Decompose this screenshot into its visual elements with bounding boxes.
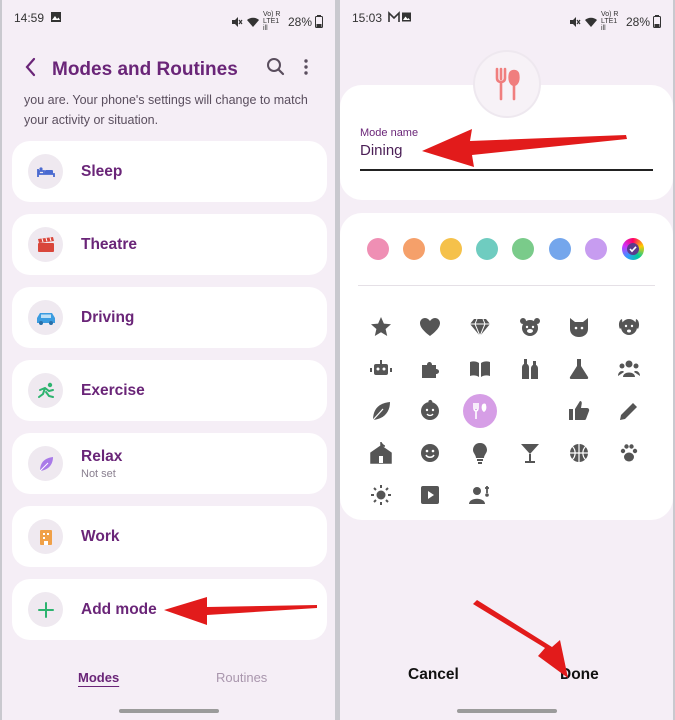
nav-handle[interactable] — [457, 709, 557, 713]
battery-icon — [315, 15, 323, 28]
car-icon — [28, 300, 63, 335]
person-icon[interactable] — [468, 483, 492, 507]
mode-name-input[interactable]: Dining — [360, 142, 403, 159]
cancel-button[interactable]: Cancel — [408, 666, 459, 684]
paw-icon[interactable] — [617, 441, 641, 465]
icon-color-picker — [340, 213, 673, 520]
star-icon[interactable] — [369, 315, 393, 339]
robot-icon[interactable] — [369, 357, 393, 381]
mode-label: Work — [81, 528, 120, 545]
wifi-icon — [246, 17, 259, 27]
gmail-icon — [388, 9, 412, 23]
fork-knife-icon[interactable] — [463, 394, 497, 428]
pen-icon[interactable] — [617, 399, 641, 423]
app-header: Modes and Routines — [2, 50, 335, 86]
mode-sublabel: Not set — [81, 468, 116, 480]
baby-icon[interactable] — [418, 399, 442, 423]
mode-label: Sleep — [81, 163, 123, 180]
flask-icon[interactable] — [567, 357, 591, 381]
tab-modes[interactable]: Modes — [78, 670, 119, 685]
mode-card-sleep[interactable]: Sleep — [12, 141, 327, 202]
check-icon — [627, 243, 639, 255]
color-swatch-green[interactable] — [512, 238, 534, 260]
status-right: Vo) R LTE1 ill 28% — [569, 11, 661, 32]
leaf-icon — [28, 446, 63, 481]
mode-label: Relax — [81, 448, 123, 465]
building-icon — [28, 519, 63, 554]
network-text: Vo) R LTE1 ill — [262, 11, 281, 32]
puzzle-icon[interactable] — [418, 357, 442, 381]
cat-icon[interactable] — [567, 315, 591, 339]
mode-label: Exercise — [81, 382, 145, 399]
mode-name-label: Mode name — [360, 127, 419, 139]
color-swatch-teal[interactable] — [476, 238, 498, 260]
page-description: you are. Your phone's settings will chan… — [24, 93, 308, 127]
search-icon[interactable] — [266, 56, 286, 83]
leaf-icon[interactable] — [369, 399, 393, 423]
book-icon[interactable] — [468, 357, 492, 381]
more-options-icon[interactable] — [300, 56, 312, 83]
battery-icon — [653, 15, 661, 28]
house-icon[interactable] — [369, 441, 393, 465]
gallery-icon — [50, 9, 62, 23]
smile-icon[interactable] — [418, 441, 442, 465]
mode-card-driving[interactable]: Driving — [12, 287, 327, 348]
mode-icon-preview[interactable] — [475, 52, 539, 116]
running-icon — [28, 373, 63, 408]
battery-text: 28% — [287, 14, 312, 29]
mode-card-theatre[interactable]: Theatre — [12, 214, 327, 275]
plus-icon — [28, 592, 63, 627]
basketball-icon[interactable] — [567, 441, 591, 465]
bottles-icon[interactable] — [518, 357, 542, 381]
status-bar: 14:59 Vo) R LTE1 ill 28% — [2, 0, 335, 36]
status-time: 15:03 — [352, 11, 383, 25]
right-screen: 15:03 Vo) R LTE1 ill 28% Mode name Dinin… — [340, 0, 673, 720]
red-arrow-done — [473, 600, 568, 678]
tab-routines[interactable]: Routines — [216, 670, 267, 685]
people-icon[interactable] — [617, 357, 641, 381]
mute-icon — [231, 16, 243, 27]
status-right: Vo) R LTE1 ill 28% — [231, 11, 323, 32]
left-screen: 14:59 Vo) R LTE1 ill 28% Modes and Routi… — [2, 0, 335, 720]
color-swatch-orange[interactable] — [403, 238, 425, 260]
diamond-icon[interactable] — [468, 315, 492, 339]
red-arrow-mode-name — [422, 129, 627, 167]
thumbs-up-icon[interactable] — [567, 399, 591, 423]
heart-icon[interactable] — [418, 315, 442, 339]
mode-card-relax[interactable]: Relax Not set — [12, 433, 327, 494]
battery-text: 28% — [625, 14, 650, 29]
sun-icon[interactable] — [369, 483, 393, 507]
color-swatch-blue[interactable] — [549, 238, 571, 260]
dog-icon[interactable] — [617, 315, 641, 339]
color-swatch-pink[interactable] — [367, 238, 389, 260]
add-mode-label: Add mode — [81, 601, 157, 618]
fork-knife-icon — [495, 67, 520, 101]
bulb-icon[interactable] — [468, 441, 492, 465]
clapperboard-icon — [28, 227, 63, 262]
picker-divider — [358, 285, 655, 286]
status-bar: 15:03 Vo) R LTE1 ill 28% — [340, 0, 673, 36]
red-arrow-add-mode — [164, 597, 317, 625]
mode-label: Theatre — [81, 236, 137, 253]
wifi-icon — [584, 17, 597, 27]
network-text: Vo) R LTE1 ill — [600, 11, 619, 32]
bear-icon[interactable] — [518, 315, 542, 339]
mode-card-work[interactable]: Work — [12, 506, 327, 567]
page-title: Modes and Routines — [52, 59, 238, 80]
mode-card-exercise[interactable]: Exercise — [12, 360, 327, 421]
bed-icon — [28, 154, 63, 189]
mute-icon — [569, 16, 581, 27]
color-swatch-purple[interactable] — [585, 238, 607, 260]
play-icon[interactable] — [418, 483, 442, 507]
nav-handle[interactable] — [119, 709, 219, 713]
back-icon[interactable] — [22, 56, 40, 83]
color-swatch-yellow[interactable] — [440, 238, 462, 260]
mode-label: Driving — [81, 309, 135, 326]
cocktail-icon[interactable] — [518, 441, 542, 465]
status-time: 14:59 — [14, 11, 45, 25]
color-swatch-custom[interactable] — [622, 238, 644, 260]
